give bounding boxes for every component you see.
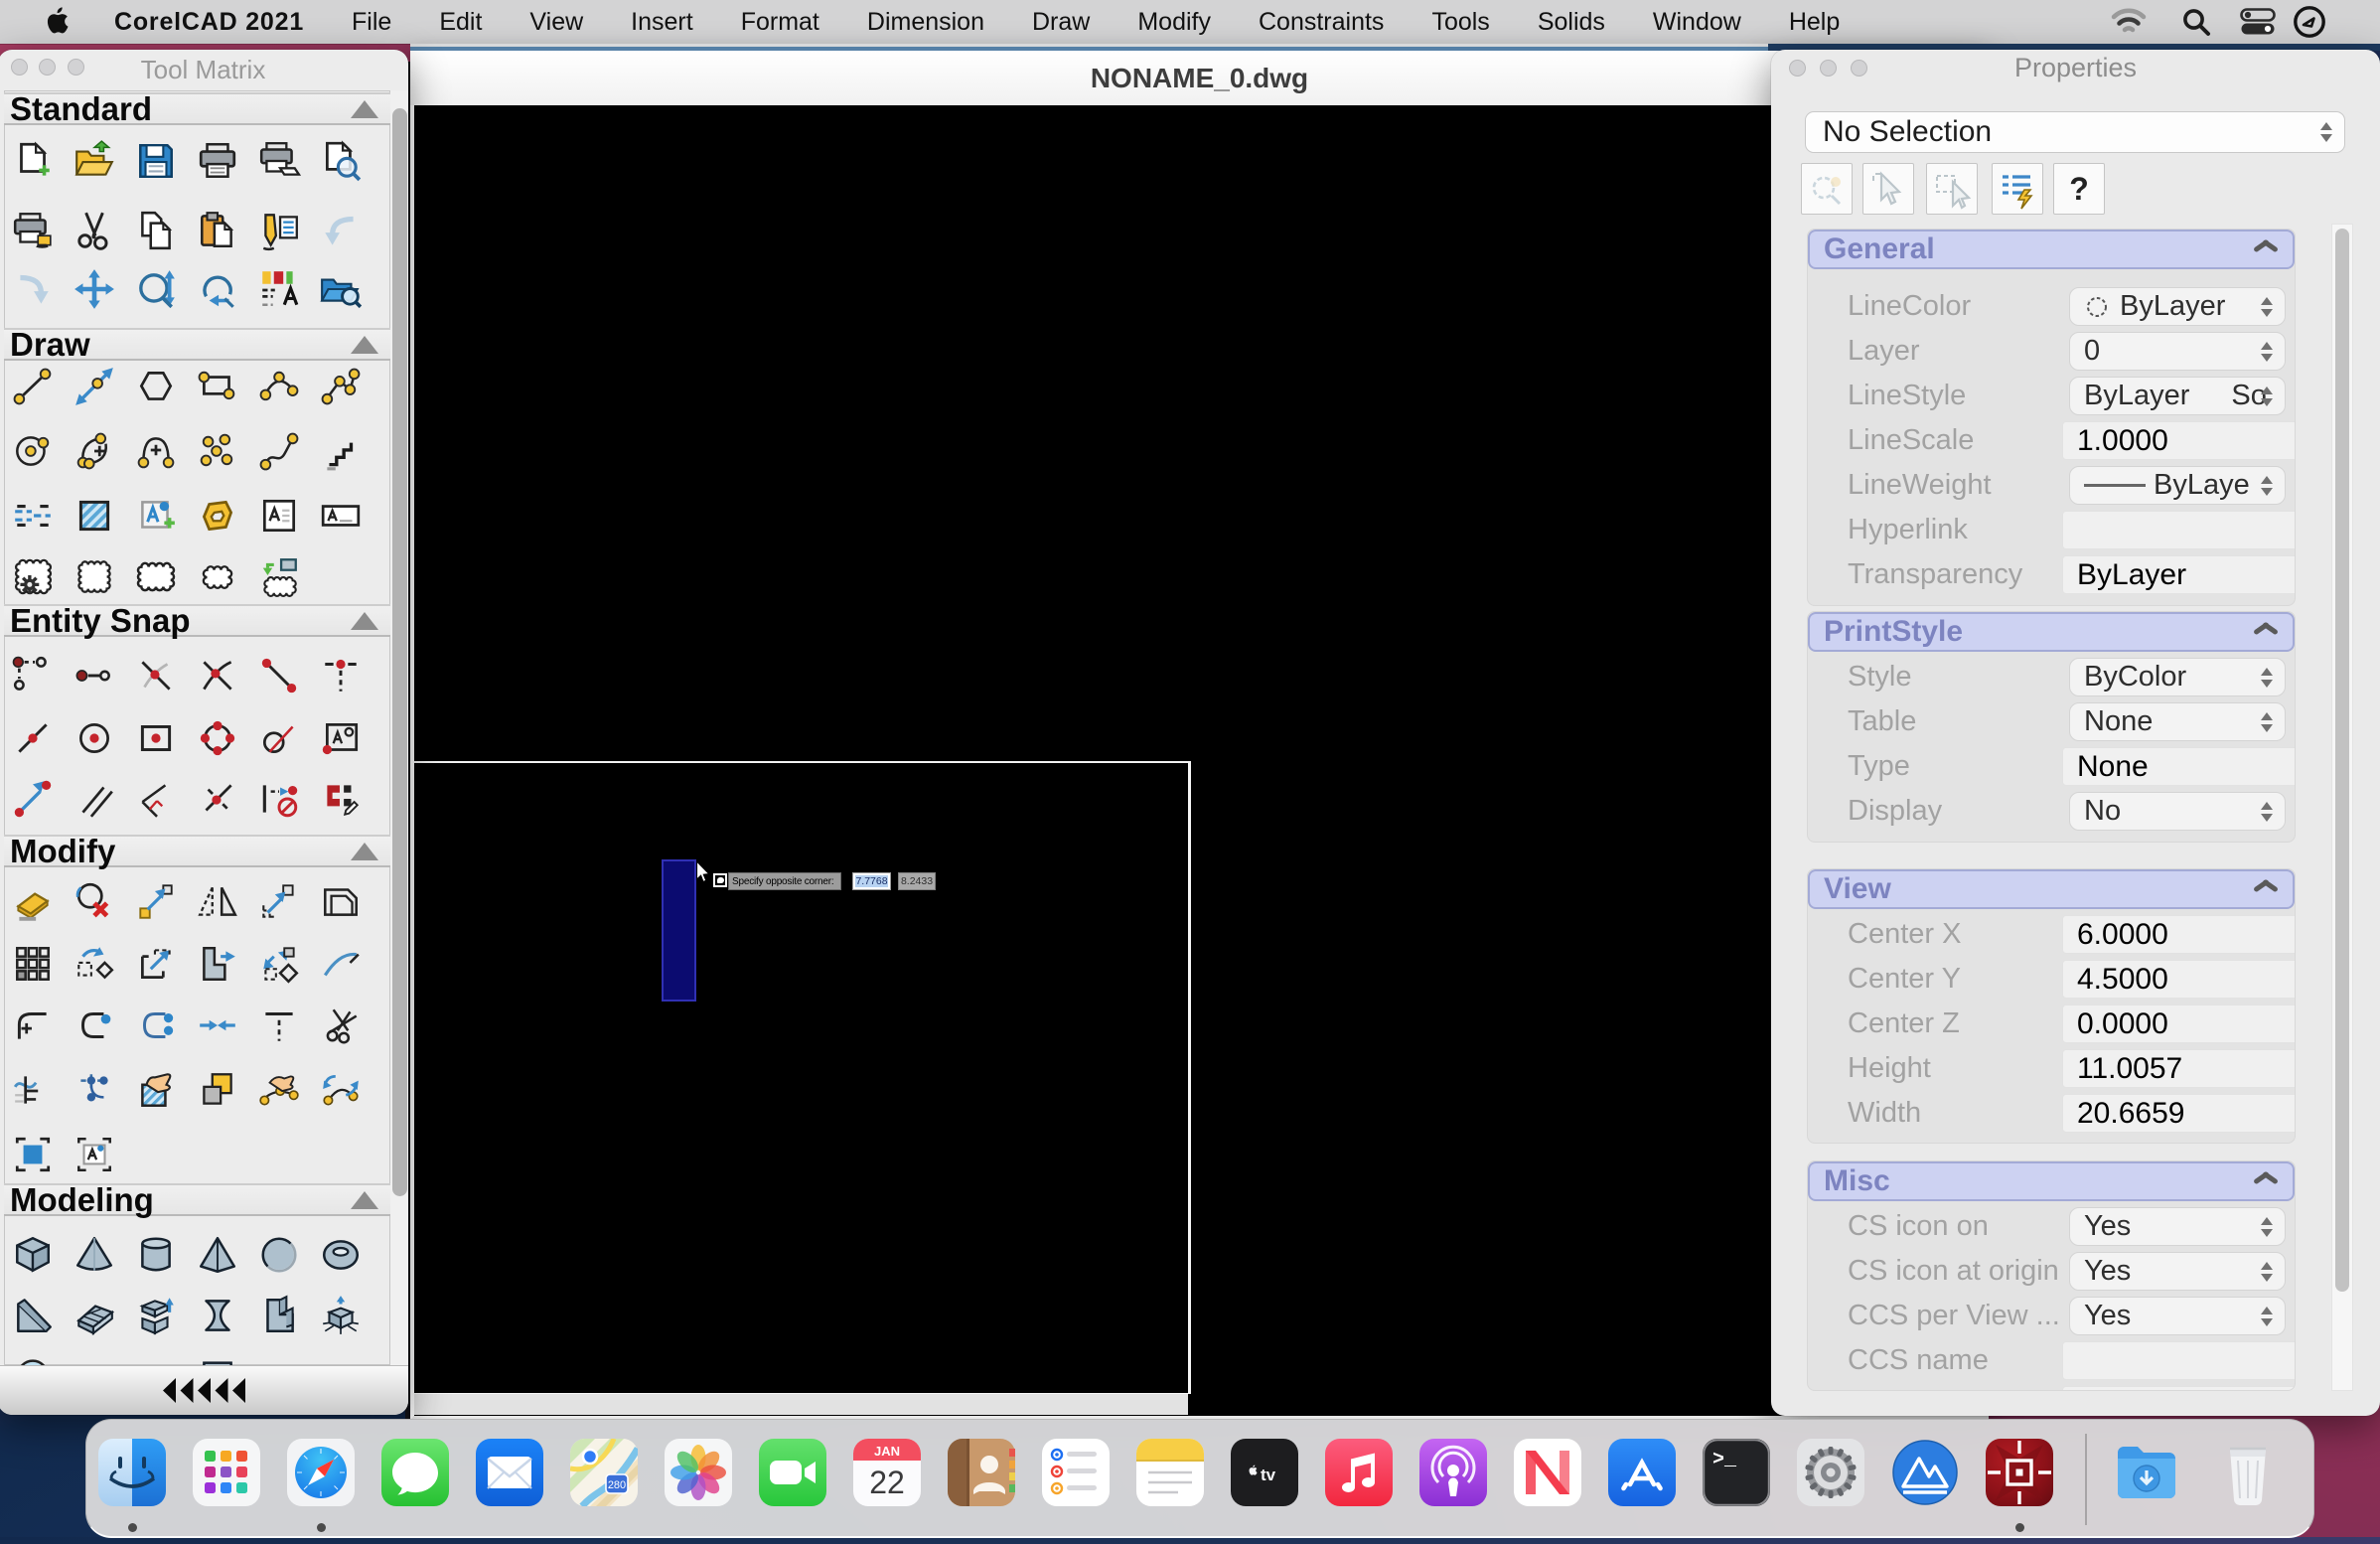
svg-text:280: 280 — [608, 1479, 626, 1491]
svg-text:JAN: JAN — [874, 1444, 900, 1459]
svg-text:tv: tv — [1261, 1466, 1276, 1484]
svg-text:>_: >_ — [1712, 1449, 1737, 1471]
svg-text:22: 22 — [869, 1465, 905, 1500]
